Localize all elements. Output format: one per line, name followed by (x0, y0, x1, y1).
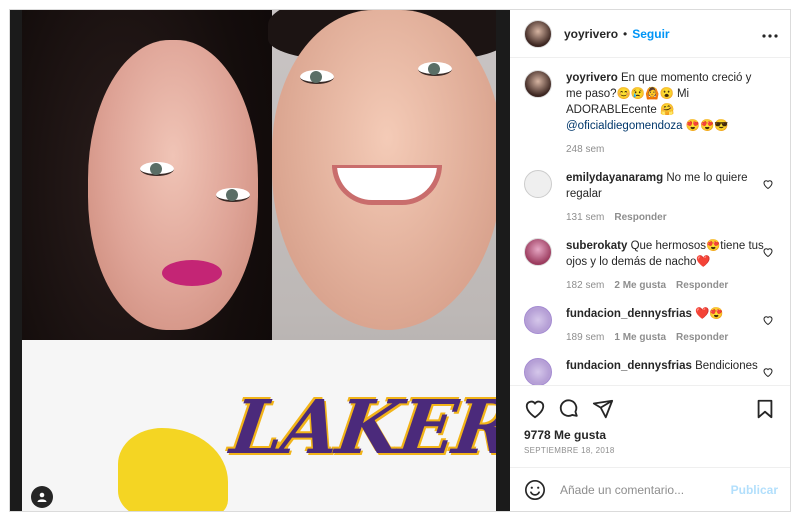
caption-username[interactable]: yoyrivero (566, 72, 618, 84)
reply-button[interactable]: Responder (676, 278, 728, 294)
reply-button[interactable]: Responder (676, 330, 728, 346)
comment-username[interactable]: fundacion_dennysfrias (566, 360, 692, 372)
photo-lips (162, 260, 222, 286)
comment-avatar[interactable] (524, 358, 552, 385)
emoji-icon[interactable] (524, 479, 546, 501)
comment-item: emilydayanaramg No me lo quiere regalar … (524, 170, 776, 226)
comment-avatar[interactable] (524, 306, 552, 334)
share-icon[interactable] (592, 398, 614, 420)
comments-list[interactable]: yoyrivero En que momento creció y me pas… (510, 58, 790, 385)
author-avatar[interactable] (524, 19, 552, 48)
author-username[interactable]: yoyrivero (564, 27, 618, 41)
post-photo[interactable]: LAKERS (10, 10, 510, 511)
comment-time[interactable]: 189 sem (566, 330, 604, 346)
comment-time[interactable]: 182 sem (566, 278, 604, 294)
comment-item: suberokaty Que hermosos😍tiene tus ojos y… (524, 238, 776, 294)
post-sidebar: yoyrivero • Seguir yoyrivero En que mome… (510, 10, 790, 511)
post-actions: 9778 Me gusta SEPTIEMBRE 18, 2018 (510, 385, 790, 467)
comment-username[interactable]: emilydayanaramg (566, 172, 663, 184)
like-comment-icon[interactable] (762, 178, 774, 190)
comment-input[interactable] (560, 482, 731, 497)
comment-time[interactable]: 131 sem (566, 210, 604, 226)
caption-avatar[interactable] (524, 70, 552, 98)
comment-text: ❤️😍 (695, 308, 724, 320)
like-comment-icon[interactable] (762, 366, 774, 378)
comment-username[interactable]: suberokaty (566, 240, 627, 252)
photo-eye (418, 62, 452, 76)
tagged-user-icon[interactable] (31, 486, 53, 508)
comment-likes[interactable]: 1 Me gusta (614, 330, 666, 346)
photo-face-woman (88, 40, 258, 330)
photo-eye (140, 162, 174, 176)
likes-count[interactable]: 9778 Me gusta (524, 428, 776, 442)
post-dialog: LAKERS yoyrivero • Seguir yoyrivero En q… (9, 9, 791, 512)
photo-image: LAKERS (22, 10, 496, 511)
save-bookmark-icon[interactable] (754, 398, 776, 420)
comment-item: fundacion_dennysfrias Bendiciones (524, 358, 776, 385)
comment-avatar[interactable] (524, 170, 552, 198)
post-date[interactable]: SEPTIEMBRE 18, 2018 (524, 446, 776, 455)
comment-avatar[interactable] (524, 238, 552, 266)
comment-icon[interactable] (558, 398, 580, 420)
follow-button[interactable]: Seguir (632, 27, 669, 41)
caption: yoyrivero En que momento creció y me pas… (524, 70, 776, 158)
caption-time[interactable]: 248 sem (566, 142, 604, 158)
comment-likes[interactable]: 2 Me gusta (614, 278, 666, 294)
like-comment-icon[interactable] (762, 246, 774, 258)
like-icon[interactable] (524, 398, 546, 420)
photo-eye (300, 70, 334, 84)
comment-username[interactable]: fundacion_dennysfrias (566, 308, 692, 320)
publish-button[interactable]: Publicar (731, 483, 778, 497)
caption-mention[interactable]: @oficialdiegomendoza (566, 120, 683, 132)
post-header: yoyrivero • Seguir (510, 10, 790, 58)
comment-item: fundacion_dennysfrias ❤️😍 189 sem 1 Me g… (524, 306, 776, 346)
like-comment-icon[interactable] (762, 314, 774, 326)
header-separator: • (623, 26, 628, 41)
reply-button[interactable]: Responder (614, 210, 666, 226)
photo-eye (216, 188, 250, 202)
comment-text: Bendiciones (695, 360, 758, 372)
comment-composer: Publicar (510, 467, 790, 511)
photo-shirt-text: LAKERS (225, 385, 496, 471)
caption-emojis: 😍😍😎 (685, 120, 729, 132)
more-options-icon[interactable] (762, 25, 778, 43)
